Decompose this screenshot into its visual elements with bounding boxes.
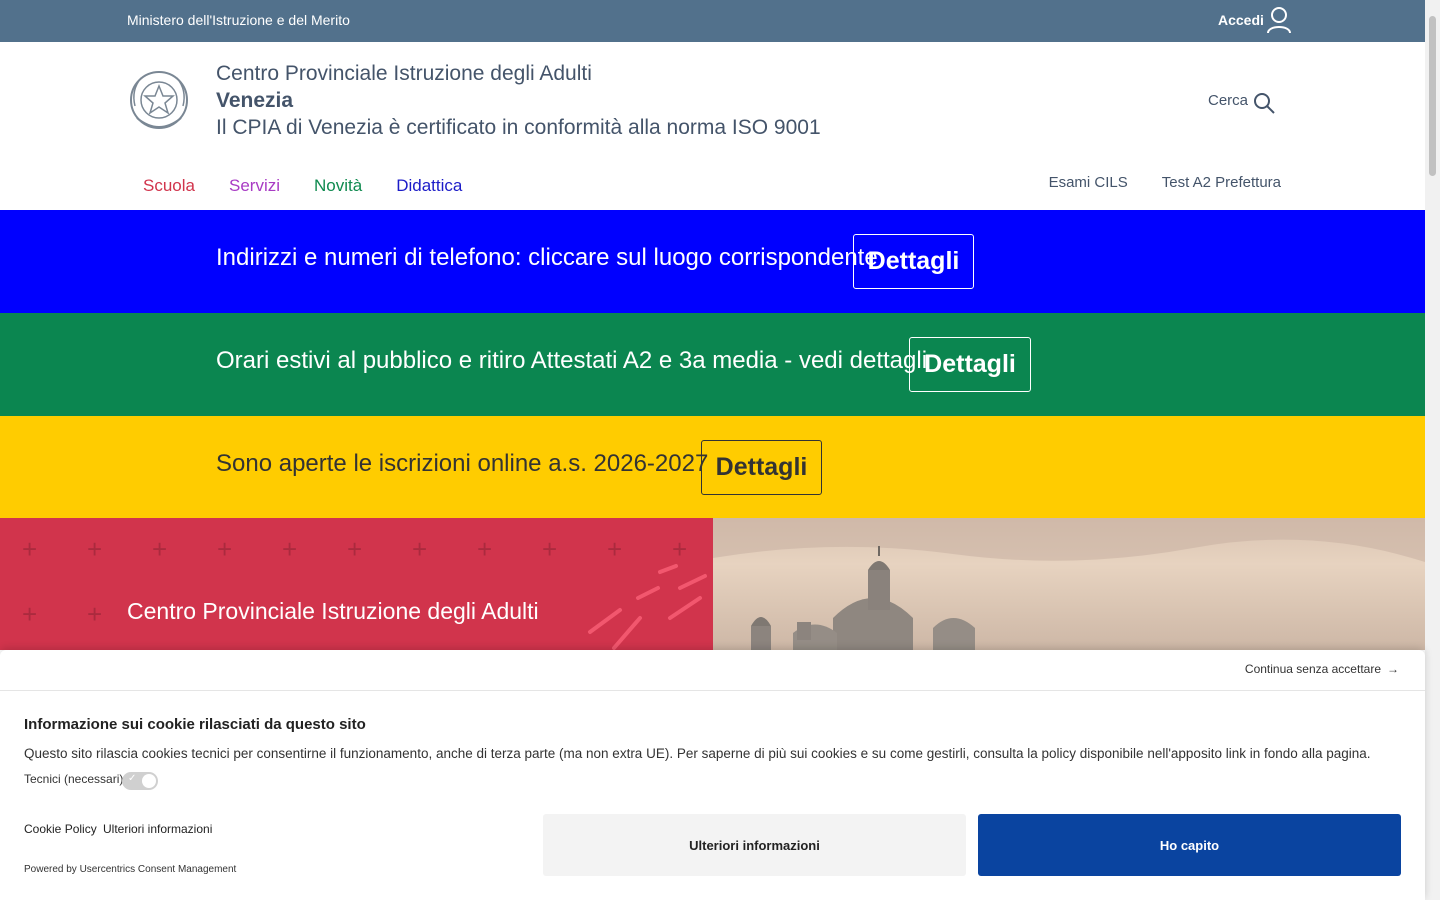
search-icon[interactable] [1253,92,1275,114]
arrow-right-icon: → [1387,662,1399,676]
venice-skyline-image [713,518,1425,650]
details-button[interactable]: Dettagli [701,440,822,495]
banner-summer-hours: Orari estivi al pubblico e ritiro Attest… [0,313,1425,416]
technical-cookies-label: Tecnici (necessari) [24,772,124,786]
check-icon: ✓ [128,773,137,784]
ministry-link[interactable]: Ministero dell'Istruzione e del Merito [127,12,350,28]
burst-decoration-icon [588,564,707,650]
nav-item-servizi[interactable]: Servizi [229,176,280,196]
plus-decoration-icon: + [477,534,493,564]
plus-decoration-icon: + [87,599,103,629]
details-button[interactable]: Dettagli [853,234,974,289]
hero-title: Centro Provinciale Istruzione degli Adul… [127,598,539,624]
cookie-consent-banner: Continua senza accettare → Informazione … [0,650,1425,900]
secondary-nav: Esami CILS Test A2 Prefettura [1049,174,1281,191]
plus-decoration-icon: + [412,534,428,564]
plus-decoration-icon: + [282,534,298,564]
org-name[interactable]: Centro Provinciale Istruzione degli Adul… [216,62,592,86]
banner-enrollment: Sono aperte le iscrizioni online a.s. 20… [0,416,1425,519]
nav-item-didattica[interactable]: Didattica [396,176,462,196]
nav-item-novita[interactable]: Novità [314,176,362,196]
details-button[interactable]: Dettagli [909,337,1031,392]
user-icon[interactable] [1266,6,1292,34]
top-bar: Ministero dell'Istruzione e del Merito A… [0,0,1425,42]
more-info-link[interactable]: Ulteriori informazioni [103,822,212,836]
hero-section: + + + + + + + + + + + + + Centro Provinc… [0,518,1425,650]
banner-text: Sono aperte le iscrizioni online a.s. 20… [216,450,709,477]
divider [0,690,1425,691]
venice-photo [713,518,1425,650]
plus-decoration-icon: + [152,534,168,564]
plus-decoration-icon: + [22,534,38,564]
cookie-title: Informazione sui cookie rilasciati da qu… [24,716,366,733]
plus-decoration-icon: + [542,534,558,564]
login-link[interactable]: Accedi [1218,12,1264,28]
hero-panel: + + + + + + + + + + + + + Centro Provinc… [0,518,713,650]
nav-item-esami-cils[interactable]: Esami CILS [1049,174,1128,191]
republic-emblem-icon[interactable] [127,66,191,138]
nav-item-test-a2[interactable]: Test A2 Prefettura [1162,174,1281,191]
search-label[interactable]: Cerca [1208,92,1248,109]
plus-decoration-icon: + [347,534,363,564]
cookie-description: Questo sito rilascia cookies tecnici per… [24,746,1371,761]
scrollbar-thumb[interactable] [1429,16,1436,176]
cookie-policy-link[interactable]: Cookie Policy [24,822,97,836]
banner-contacts: Indirizzi e numeri di telefono: cliccare… [0,210,1425,313]
main-nav: Scuola Servizi Novità Didattica [143,176,462,196]
toggle-knob [142,774,156,788]
plus-decoration-icon: + [87,534,103,564]
powered-by-text: Powered by Usercentrics Consent Manageme… [24,864,237,875]
more-info-button[interactable]: Ulteriori informazioni [543,814,966,876]
site-header: Centro Provinciale Istruzione degli Adul… [0,42,1425,210]
accept-button[interactable]: Ho capito [978,814,1401,876]
continue-without-accepting-link[interactable]: Continua senza accettare → [1245,662,1399,676]
plus-decoration-icon: + [22,599,38,629]
org-tagline: Il CPIA di Venezia è certificato in conf… [216,116,821,139]
org-city[interactable]: Venezia [216,89,293,113]
banner-text: Orari estivi al pubblico e ritiro Attest… [216,347,928,374]
page-scrollbar[interactable] [1425,0,1440,900]
technical-cookies-toggle[interactable]: ✓ [122,772,158,790]
nav-item-scuola[interactable]: Scuola [143,176,195,196]
continue-label: Continua senza accettare [1244,662,1381,676]
plus-decoration-icon: + [217,534,233,564]
banner-text: Indirizzi e numeri di telefono: cliccare… [216,244,878,271]
